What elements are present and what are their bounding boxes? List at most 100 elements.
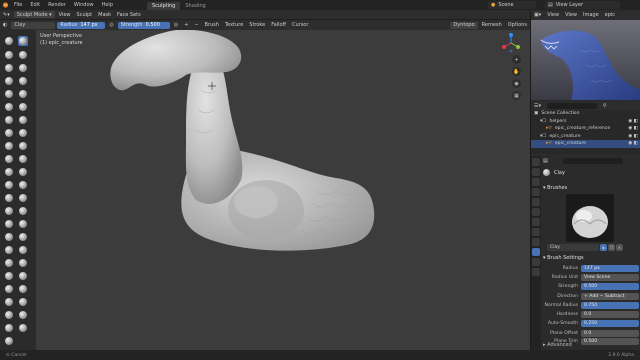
sculpt-tool-icon[interactable] [18,310,28,320]
sculpt-tool-icon[interactable] [18,245,28,255]
view-layer-tab-icon[interactable] [532,188,540,196]
sculpt-tool-icon[interactable] [4,310,14,320]
menu-stroke[interactable]: Stroke [246,20,268,30]
sculpt-tool-icon[interactable] [4,206,14,216]
sculpt-tool-icon[interactable] [4,63,14,73]
reference-image[interactable] [531,20,640,100]
visibility-icon[interactable]: ◉ ◧ [628,141,640,146]
menu-falloff[interactable]: Falloff [268,20,289,30]
copy-icon[interactable]: ❐ [608,244,615,251]
menu-mask[interactable]: Mask [95,10,114,20]
menu-remesh[interactable]: Remesh [479,20,505,30]
sculpt-tool-icon[interactable] [4,193,14,203]
brush-setting-field[interactable]: + Add − Subtract [581,293,639,300]
sculpt-tool-icon[interactable] [18,284,28,294]
menu-texture[interactable]: Texture [222,20,246,30]
sculpt-tool-icon[interactable] [18,76,28,86]
brush-tab-icon[interactable] [532,248,540,256]
view-layer-selector[interactable]: ▤ View Layer [545,1,620,9]
menu-file[interactable]: File [10,0,26,10]
sculpt-tool-icon[interactable] [18,50,28,60]
outliner-row[interactable]: ▣ Scene Collection [531,110,640,118]
props-search-input[interactable] [563,158,623,164]
props-type-icon[interactable]: ▤ [543,158,553,164]
sculpt-tool-icon[interactable] [18,102,28,112]
strength-pressure-icon[interactable]: ◎ [171,20,181,30]
brush-datablock-field[interactable]: Clay [547,244,599,251]
sculpt-tool-icon[interactable] [18,297,28,307]
menu-view[interactable]: View [56,10,74,20]
scene-tab-icon[interactable] [532,198,540,206]
object-tab-icon[interactable] [532,218,540,226]
sculpt-tool-icon[interactable] [4,245,14,255]
sculpt-tool-icon[interactable] [18,232,28,242]
menu-options[interactable]: Options [505,20,530,30]
sculpt-tool-icon[interactable] [18,89,28,99]
outliner-search-input[interactable] [547,103,597,109]
sculpt-tool-icon[interactable] [4,50,14,60]
sculpt-tool-icon[interactable] [18,63,28,73]
constraints-tab-icon[interactable] [532,268,540,276]
menu-brush[interactable]: Brush [202,20,222,30]
dyntopo-toggle[interactable]: Dyntopo [450,21,478,29]
particles-tab-icon[interactable] [532,238,540,246]
brush-setting-field[interactable]: 147 px [581,265,639,272]
brush-setting-field[interactable]: 0.500 [581,283,639,290]
image-menu-image[interactable]: Image [580,10,602,20]
outliner-row[interactable]: ▾☐ epic_creature ◉ ◧ [531,133,640,141]
sculpt-tool-icon[interactable] [18,258,28,268]
menu-window[interactable]: Window [70,0,98,10]
menu-help[interactable]: Help [98,0,117,10]
camera-icon[interactable]: ◉ [512,79,521,88]
brushes-section-header[interactable]: ▾ Brushes [543,185,639,191]
filter-icon[interactable]: ⚲ [603,103,607,109]
image-menu-view[interactable]: View [544,10,562,20]
sculpt-tool-icon[interactable] [18,219,28,229]
visibility-icon[interactable]: ◉ ◧ [628,134,640,139]
pan-icon[interactable]: ✋ [512,67,521,76]
add-icon[interactable]: + [181,20,191,30]
navigation-gizmo[interactable] [500,32,522,54]
physics-tab-icon[interactable] [532,258,540,266]
sculpt-tool-icon[interactable] [18,167,28,177]
sculpt-tool-icon[interactable] [18,36,28,46]
image-menu-view-2[interactable]: View [562,10,580,20]
brush-setting-field[interactable]: 0.750 [581,302,639,309]
sculpt-tool-icon[interactable] [4,297,14,307]
brush-thumbnail[interactable] [566,194,614,242]
radius-field[interactable]: Radius 147 px [57,21,106,29]
tool-tab-icon[interactable] [532,158,540,166]
image-name[interactable]: epic [602,10,618,20]
sculpt-tool-icon[interactable] [18,193,28,203]
sculpt-tool-icon[interactable] [18,128,28,138]
sculpt-tool-icon[interactable] [4,167,14,177]
sculpt-tool-icon[interactable] [18,141,28,151]
world-tab-icon[interactable] [532,208,540,216]
strength-field[interactable]: Strength 0.500 [117,21,170,29]
sculpt-tool-icon[interactable] [4,219,14,229]
sculpt-tool-icon[interactable] [4,154,14,164]
visibility-icon[interactable]: ◉ ◧ [628,119,640,124]
sculpt-tool-icon[interactable] [4,232,14,242]
sculpt-tool-icon[interactable] [4,271,14,281]
sculpt-tool-icon[interactable] [4,180,14,190]
output-tab-icon[interactable] [532,178,540,186]
sculpt-tool-icon[interactable] [4,336,14,346]
delete-icon[interactable]: × [616,244,623,251]
render-tab-icon[interactable] [532,168,540,176]
sculpt-tool-icon[interactable] [4,258,14,268]
sculpt-tool-icon[interactable] [18,206,28,216]
menu-face-sets[interactable]: Face Sets [114,10,144,20]
sculpt-tool-icon[interactable] [18,115,28,125]
brush-setting-field[interactable]: 0.250 [581,320,639,327]
advanced-section-header[interactable]: ▸ Advanced [543,342,639,348]
brush-settings-section-header[interactable]: ▾ Brush Settings [543,255,639,261]
sculpt-tool-icon[interactable] [18,323,28,333]
scene-selector[interactable]: ● Scene [488,1,536,9]
sculpt-tool-icon[interactable] [18,271,28,281]
modifier-tab-icon[interactable] [532,228,540,236]
outliner-row[interactable]: ▸▽ epic_creature ◉ ◧ [531,140,640,148]
sculpt-tool-icon[interactable] [18,154,28,164]
visibility-icon[interactable]: ◉ ◧ [628,126,640,131]
brush-setting-field[interactable]: 0.0 [581,330,639,337]
